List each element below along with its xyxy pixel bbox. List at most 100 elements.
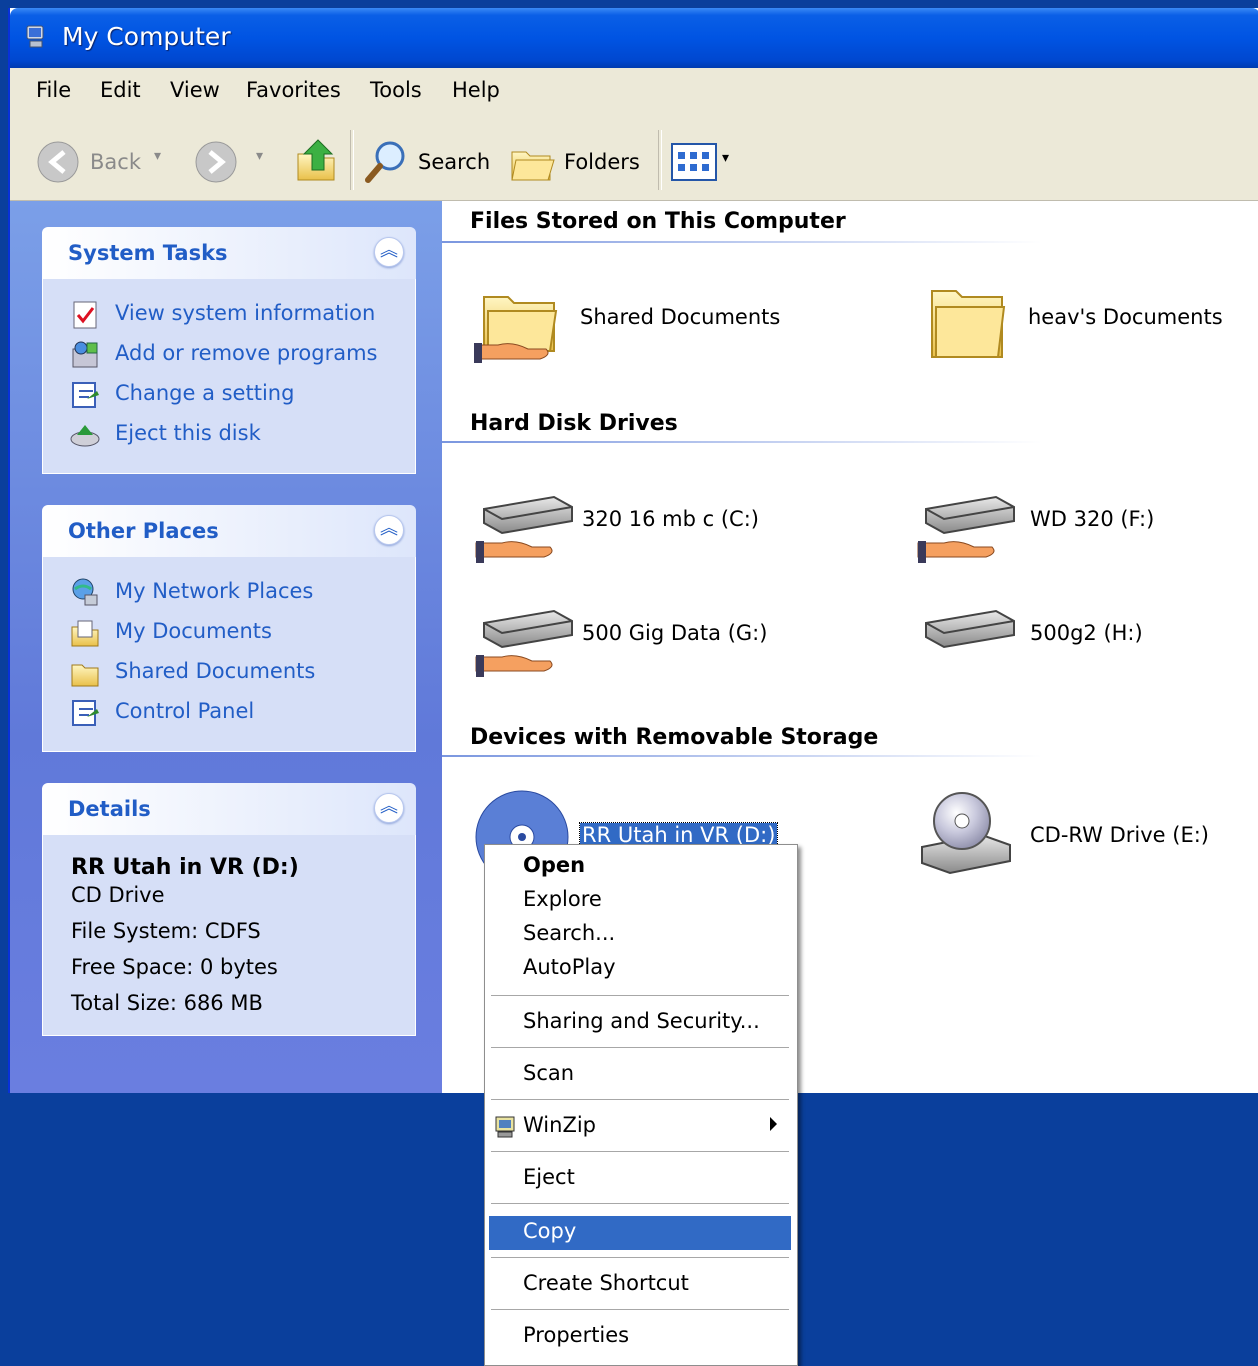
- search-icon: [365, 141, 405, 183]
- hard-drive-shared-icon: [475, 609, 573, 677]
- group-header-removable: Devices with Removable Storage: [470, 725, 879, 750]
- views-dropdown-icon[interactable]: ▾: [722, 150, 729, 166]
- menu-item-label: Search...: [523, 921, 616, 945]
- menu-item-eject[interactable]: Eject: [489, 1163, 791, 1195]
- task-label: View system information: [115, 301, 376, 325]
- folders-icon: [511, 151, 555, 181]
- folders-button[interactable]: Folders: [508, 138, 648, 186]
- other-places-header[interactable]: Other Places ︽: [42, 505, 416, 557]
- forward-button[interactable]: ▾: [194, 140, 274, 184]
- menu-item-label: Create Shortcut: [523, 1271, 689, 1295]
- search-label: Search: [418, 150, 491, 174]
- menu-item-copy[interactable]: Copy: [489, 1216, 791, 1250]
- details-free-space: Free Space: 0 bytes: [71, 955, 278, 979]
- folder-icon: [931, 290, 1006, 358]
- menu-bar: File Edit View Favorites Tools Help: [10, 68, 1258, 121]
- details-panel: Details ︽ RR Utah in VR (D:) CD Drive Fi…: [42, 783, 416, 1036]
- toolbar: Back ▾ ▾ Search Folders ▾: [10, 120, 1258, 201]
- window-title: My Computer: [62, 22, 231, 51]
- other-places-panel: Other Places ︽ My Network Places My Docu…: [42, 505, 416, 752]
- menu-edit[interactable]: Edit: [100, 78, 141, 102]
- task-pane: System Tasks ︽ View system information A…: [10, 201, 442, 1093]
- back-dropdown-icon[interactable]: ▾: [154, 148, 161, 164]
- menu-item-open[interactable]: Open: [489, 851, 791, 883]
- details-type: CD Drive: [71, 883, 165, 907]
- back-arrow-icon: [37, 141, 79, 183]
- task-label: Change a setting: [115, 381, 295, 405]
- group-header-hdd: Hard Disk Drives: [470, 411, 678, 436]
- details-title: Details: [68, 797, 151, 821]
- submenu-arrow-icon: [770, 1117, 777, 1131]
- menu-view[interactable]: View: [170, 78, 220, 102]
- menu-favorites[interactable]: Favorites: [246, 78, 341, 102]
- forward-arrow-icon: [195, 141, 237, 183]
- hard-drive-icon: [925, 609, 1015, 649]
- collapse-chevron-icon[interactable]: ︽: [374, 237, 404, 267]
- other-places-title: Other Places: [68, 519, 219, 543]
- group-header-files: Files Stored on This Computer: [470, 209, 846, 234]
- control-panel-icon: [72, 700, 99, 726]
- menu-item-label: Open: [523, 853, 586, 877]
- up-folder-icon[interactable]: [294, 136, 338, 184]
- item-label: WD 320 (F:): [1030, 507, 1155, 531]
- shared-folder-icon: [474, 296, 558, 363]
- item-label: CD-RW Drive (E:): [1030, 823, 1209, 847]
- title-bar[interactable]: My Computer: [10, 8, 1258, 68]
- task-label: Add or remove programs: [115, 341, 378, 365]
- details-header[interactable]: Details ︽: [42, 783, 416, 835]
- place-label: Shared Documents: [115, 659, 316, 683]
- menu-item-autoplay[interactable]: AutoPlay: [489, 953, 791, 985]
- collapse-chevron-icon[interactable]: ︽: [374, 515, 404, 545]
- search-button[interactable]: Search: [362, 138, 492, 186]
- menu-item-sharing-security[interactable]: Sharing and Security...: [489, 1007, 791, 1039]
- menu-item-explore[interactable]: Explore: [489, 885, 791, 917]
- item-label: Shared Documents: [580, 305, 781, 329]
- item-label: 500 Gig Data (G:): [582, 621, 768, 645]
- system-tasks-panel: System Tasks ︽ View system information A…: [42, 227, 416, 474]
- system-tasks-title: System Tasks: [68, 241, 228, 265]
- menu-item-search[interactable]: Search...: [489, 919, 791, 951]
- views-button[interactable]: ▾: [670, 142, 740, 184]
- menu-item-winzip[interactable]: WinZip: [489, 1111, 791, 1143]
- menu-item-create-shortcut[interactable]: Create Shortcut: [489, 1269, 791, 1301]
- collapse-chevron-icon[interactable]: ︽: [374, 793, 404, 823]
- menu-tools[interactable]: Tools: [370, 78, 422, 102]
- hard-drive-shared-icon: [917, 495, 1015, 563]
- system-tasks-header[interactable]: System Tasks ︽: [42, 227, 416, 279]
- menu-item-label: AutoPlay: [523, 955, 616, 979]
- menu-item-scan[interactable]: Scan: [489, 1059, 791, 1091]
- menu-help[interactable]: Help: [452, 78, 500, 102]
- winzip-icon: [495, 1116, 515, 1138]
- details-name: RR Utah in VR (D:): [71, 855, 299, 880]
- add-remove-icon: [72, 341, 98, 368]
- menu-item-label: Explore: [523, 887, 602, 911]
- my-computer-icon: [26, 25, 44, 48]
- item-label: heav's Documents: [1028, 305, 1223, 329]
- details-total-size: Total Size: 686 MB: [71, 991, 263, 1015]
- item-label: 320 16 mb c (C:): [582, 507, 759, 531]
- menu-item-label: Eject: [523, 1165, 575, 1189]
- folder-icon: [71, 664, 99, 687]
- documents-icon: [71, 620, 99, 647]
- hard-drive-shared-icon: [475, 495, 573, 563]
- menu-item-label: WinZip: [523, 1113, 596, 1137]
- menu-item-label: Copy: [523, 1219, 577, 1243]
- eject-icon: [70, 425, 100, 447]
- forward-dropdown-icon[interactable]: ▾: [256, 148, 263, 164]
- cd-rw-drive-icon: [921, 792, 1011, 875]
- task-label: Eject this disk: [115, 421, 261, 445]
- place-label: Control Panel: [115, 699, 255, 723]
- menu-item-properties[interactable]: Properties: [489, 1321, 791, 1353]
- menu-item-label: Sharing and Security...: [523, 1009, 760, 1033]
- details-file-system: File System: CDFS: [71, 919, 261, 943]
- control-panel-icon: [72, 382, 99, 408]
- menu-file[interactable]: File: [36, 78, 71, 102]
- context-menu: Open Explore Search... AutoPlay Sharing …: [484, 844, 798, 1366]
- views-icon: [671, 143, 717, 181]
- menu-item-label: Scan: [523, 1061, 575, 1085]
- back-label: Back: [90, 150, 141, 174]
- item-label: 500g2 (H:): [1030, 621, 1143, 645]
- folders-label: Folders: [564, 150, 640, 174]
- back-button[interactable]: Back ▾: [36, 140, 176, 184]
- sysinfo-icon: [73, 301, 97, 329]
